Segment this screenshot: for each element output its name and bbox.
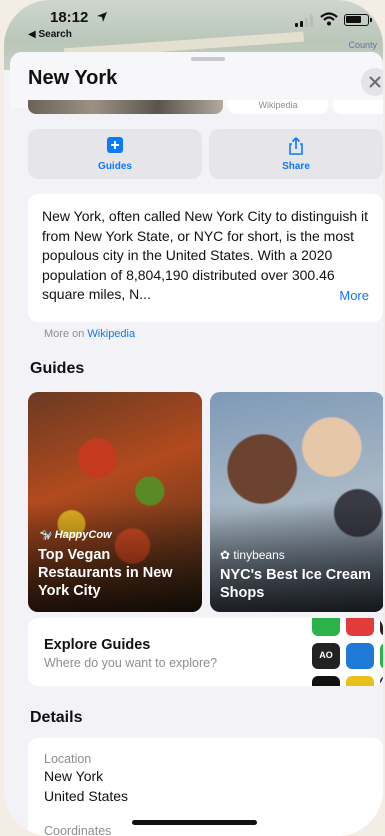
location-line-2[interactable]: United States	[44, 788, 128, 804]
close-icon	[369, 76, 381, 88]
guide-card-title: Top Vegan Restaurants in New York City	[38, 547, 173, 599]
brand-label: HappyCow	[54, 529, 112, 541]
home-indicator[interactable]	[132, 820, 257, 825]
share-button-label: Share	[282, 161, 310, 172]
source-attribution: More on Wikipedia	[44, 328, 135, 340]
source-prefix: More on	[44, 328, 85, 340]
photo-strip[interactable]: Wikipedia	[28, 100, 383, 114]
status-bar: 18:12 ◀ Search	[4, 0, 383, 42]
publisher-tile	[346, 643, 374, 669]
guides-carousel: 🐄 HappyCow Top Vegan Restaurants in New …	[28, 392, 383, 612]
about-card[interactable]: New York, often called New York City to …	[28, 194, 383, 322]
cellular-signal-icon	[295, 15, 315, 27]
location-line-1[interactable]: New York	[44, 768, 103, 784]
share-button[interactable]: Share	[209, 129, 383, 179]
plus-square-icon	[107, 137, 123, 153]
share-icon	[289, 137, 303, 155]
publisher-tile	[346, 676, 374, 686]
explore-guides-subtitle: Where do you want to explore?	[44, 656, 218, 670]
guide-card-title: NYC's Best Ice Cream Shops	[220, 567, 371, 601]
about-text: New York, often called New York City to …	[42, 208, 369, 302]
photo-credit: Wikipedia	[228, 100, 328, 114]
publisher-tile	[346, 618, 374, 636]
happycow-logo: 🐄 HappyCow	[38, 529, 112, 541]
place-photo-2[interactable]	[333, 100, 383, 114]
publisher-tile	[380, 643, 383, 669]
publisher-tile	[380, 676, 383, 686]
guides-button-label: Guides	[98, 161, 132, 172]
publisher-tile-label: AO	[319, 650, 333, 660]
details-heading: Details	[30, 709, 83, 726]
phone-screen: County 18:12 ◀ Search New York Wikipedia	[4, 0, 383, 836]
publisher-tile: AO	[312, 643, 340, 669]
close-button[interactable]	[361, 68, 383, 96]
publisher-tile	[380, 618, 383, 636]
publisher-tile	[312, 618, 340, 636]
wifi-icon	[320, 12, 338, 26]
back-to-search-link[interactable]: ◀ Search	[28, 29, 72, 40]
publisher-tile	[312, 676, 340, 686]
guides-heading: Guides	[30, 360, 85, 377]
page-title: New York	[28, 67, 118, 89]
location-arrow-icon	[97, 12, 107, 22]
sheet-grabber[interactable]	[191, 57, 225, 61]
tinybeans-logo: ✿ tinybeans	[220, 548, 285, 562]
explore-guides-row[interactable]: Explore Guides Where do you want to expl…	[28, 618, 383, 686]
battery-icon	[344, 14, 372, 26]
more-link[interactable]: More	[333, 288, 369, 303]
brand-label: tinybeans	[233, 548, 285, 562]
action-buttons: Guides Share	[28, 129, 383, 179]
coordinates-label: Coordinates	[44, 824, 112, 836]
place-photo[interactable]	[28, 100, 223, 114]
status-time: 18:12	[50, 9, 89, 26]
guides-button[interactable]: Guides	[28, 129, 202, 179]
guide-card-tinybeans[interactable]: ✿ tinybeans NYC's Best Ice Cream Shops	[210, 392, 383, 612]
guide-card-happycow[interactable]: 🐄 HappyCow Top Vegan Restaurants in New …	[28, 392, 202, 612]
wikipedia-link[interactable]: Wikipedia	[87, 328, 135, 340]
location-label: Location	[44, 752, 92, 766]
explore-guides-title: Explore Guides	[44, 637, 151, 653]
place-card-sheet: New York Wikipedia Guides Share New York…	[10, 52, 383, 836]
